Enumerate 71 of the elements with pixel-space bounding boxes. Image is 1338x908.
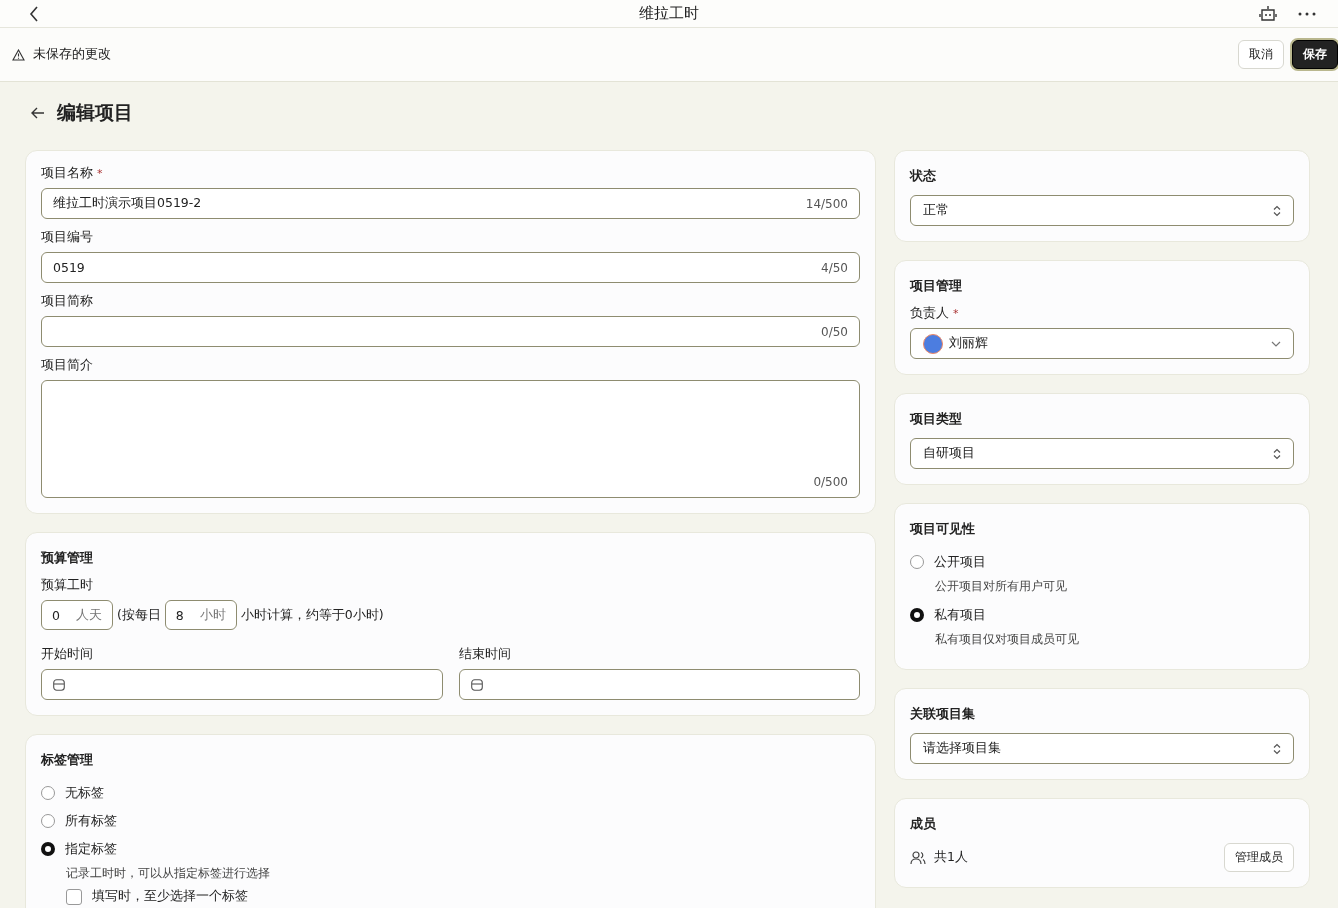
status-select[interactable]: 正常	[910, 195, 1294, 226]
date-field[interactable]	[41, 669, 443, 700]
hours-field[interactable]: 8 小时	[164, 600, 237, 630]
app-title: 维拉工时	[639, 4, 699, 23]
field-label: 项目简称	[41, 293, 93, 310]
field-label: 预算工时	[41, 577, 93, 594]
radio-label: 私有项目	[934, 606, 986, 624]
budget-text: (按每日	[116, 606, 161, 624]
input-field[interactable]: 维拉工时演示项目0519-2 14/500	[41, 188, 860, 219]
people-icon	[910, 850, 926, 865]
radio-button[interactable]	[41, 786, 55, 800]
radio-label: 无标签	[65, 784, 104, 802]
option-description: 私有项目仅对项目成员可见	[934, 631, 1080, 648]
checkbox-label: 填写时，至少选择一个标签	[92, 888, 248, 905]
checkbox[interactable]	[66, 888, 82, 905]
updown-icon	[1273, 204, 1281, 217]
radio-label: 公开项目	[934, 553, 986, 571]
budget-text: 小时计算，约等于0小时)	[240, 606, 384, 624]
section-title: 状态	[910, 167, 937, 185]
field-label: 开始时间	[41, 646, 93, 663]
required-mark: *	[953, 307, 959, 320]
section-title: 关联项目集	[910, 705, 976, 723]
section-title: 项目可见性	[910, 520, 976, 538]
char-counter: 4/50	[821, 260, 848, 275]
more-icon[interactable]	[1298, 11, 1316, 16]
owner-select[interactable]: 刘丽辉	[910, 328, 1294, 359]
back-icon[interactable]	[28, 4, 40, 23]
field-label: 项目名称	[41, 165, 93, 182]
unsaved-message: 未保存的更改	[33, 46, 111, 63]
warning-icon	[12, 48, 25, 61]
section-title: 成员	[910, 815, 937, 833]
text-area[interactable]: 0/500	[41, 380, 860, 498]
field-label: 结束时间	[458, 646, 511, 663]
section-title: 项目管理	[910, 277, 963, 295]
radio-button[interactable]	[910, 608, 924, 622]
field-label: 负责人	[910, 305, 949, 322]
type-select[interactable]: 自研项目	[910, 438, 1294, 469]
manage-members-button[interactable]: 管理成员	[1224, 843, 1294, 872]
radio-button[interactable]	[41, 814, 55, 828]
section-title: 预算管理	[41, 549, 94, 567]
days-field[interactable]: 0 人天	[41, 600, 113, 630]
member-count: 共1人	[934, 849, 968, 866]
calendar-icon	[470, 678, 483, 691]
radio-label: 指定标签	[65, 840, 117, 858]
robot-icon[interactable]	[1258, 4, 1278, 23]
hint-text: 记录工时时，可以从指定标签进行选择	[65, 865, 271, 882]
chevron-down-icon	[1271, 340, 1281, 347]
collection-select[interactable]: 请选择项目集	[910, 733, 1294, 764]
page-title: 编辑项目	[57, 100, 133, 125]
calendar-icon	[53, 678, 65, 691]
back-arrow-icon[interactable]	[31, 107, 45, 119]
radio-button[interactable]	[910, 555, 924, 569]
section-title: 项目类型	[910, 410, 963, 428]
input-field[interactable]: 0/50	[41, 316, 860, 347]
date-field[interactable]	[458, 669, 860, 700]
input-field[interactable]: 0519 4/50	[41, 252, 860, 283]
char-counter: 14/500	[805, 196, 848, 211]
save-button[interactable]: 保存	[1292, 40, 1338, 69]
updown-icon	[1273, 742, 1281, 755]
option-description: 公开项目对所有用户可见	[934, 578, 1068, 595]
updown-icon	[1273, 447, 1281, 460]
section-title: 标签管理	[41, 751, 94, 769]
char-counter: 0/50	[821, 324, 848, 339]
char-counter: 0/500	[813, 475, 848, 489]
cancel-button[interactable]: 取消	[1238, 40, 1284, 69]
field-label: 项目编号	[41, 229, 93, 246]
radio-label: 所有标签	[65, 812, 117, 830]
radio-button[interactable]	[41, 842, 55, 856]
avatar	[923, 333, 943, 354]
required-mark: *	[97, 167, 103, 180]
field-label: 项目简介	[41, 357, 93, 374]
